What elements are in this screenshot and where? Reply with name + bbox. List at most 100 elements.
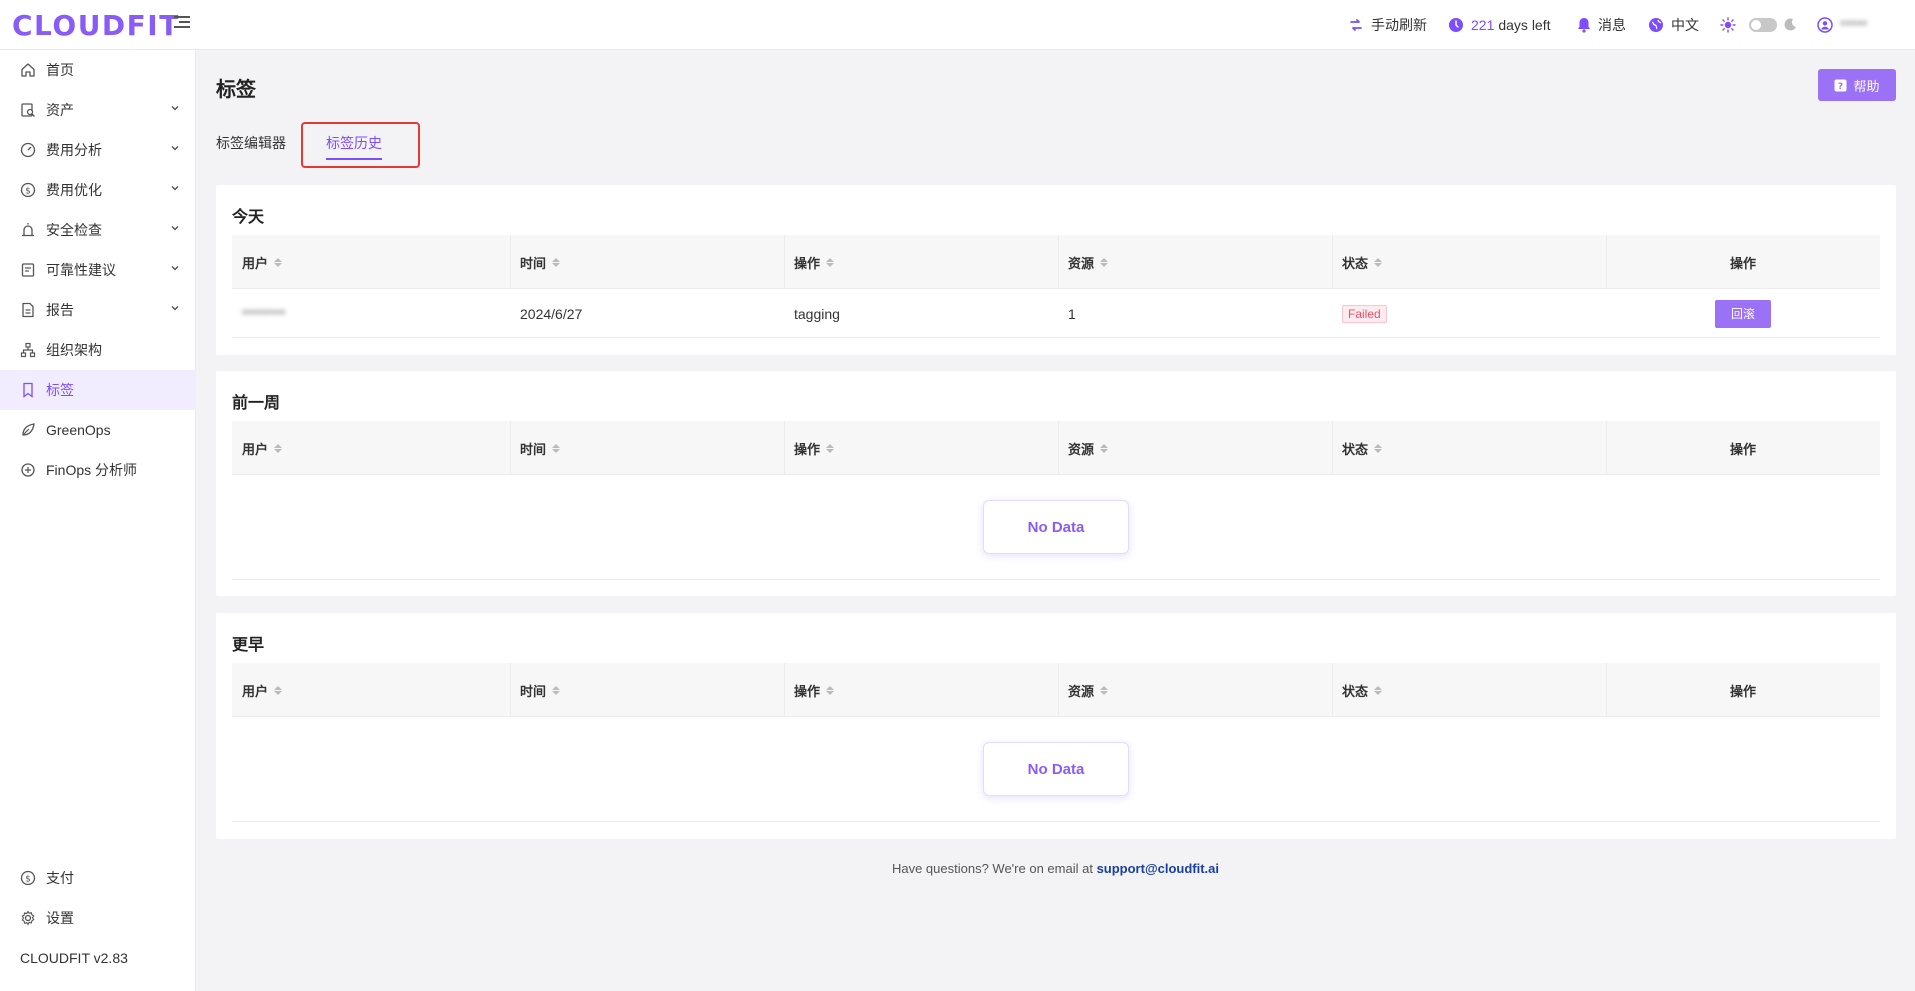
section-title: 今天 <box>232 209 265 226</box>
highlight-annotation <box>301 122 420 168</box>
sort-icon[interactable] <box>552 685 561 695</box>
sidebar-item-payment[interactable]: $ 支付 <box>0 858 196 898</box>
support-email-link[interactable]: support@cloudfit.ai <box>1097 861 1219 876</box>
sidebar-item-cost-analysis[interactable]: 费用分析 <box>0 130 196 170</box>
tag-icon <box>20 382 36 398</box>
cloudfit-logo[interactable]: CLOUDFIT <box>12 9 180 42</box>
sort-icon[interactable] <box>274 685 283 695</box>
sidebar-item-home[interactable]: 首页 <box>0 50 196 90</box>
gauge-icon <box>20 142 36 158</box>
column-header-time[interactable]: 时间 <box>510 663 784 717</box>
sidebar: 首页 资产 费用分析 $ 费用优化 安全检查 可靠性建议 报告 组织架构 标签 <box>0 50 196 991</box>
cell-user: ******** <box>232 289 286 338</box>
sort-icon[interactable] <box>1374 685 1383 695</box>
days-left-suffix: days left <box>1498 17 1551 33</box>
cell-time: 2024/6/27 <box>520 305 583 322</box>
column-label: 用户 <box>242 683 269 699</box>
report-icon <box>20 302 36 318</box>
column-label: 用户 <box>242 441 269 457</box>
cell-operation: tagging <box>794 305 840 322</box>
chevron-down-icon <box>171 105 179 111</box>
tab-tag-editor[interactable]: 标签编辑器 <box>216 133 286 153</box>
column-label: 操作 <box>794 683 821 699</box>
section-today: 今天 用户 时间 操作 资源 状态 操作 ******** 2024/6/27 … <box>216 185 1896 355</box>
sort-icon[interactable] <box>1100 257 1109 267</box>
sidebar-item-cost-optimization[interactable]: $ 费用优化 <box>0 170 196 210</box>
column-header-time[interactable]: 时间 <box>510 421 784 475</box>
column-header-status[interactable]: 状态 <box>1332 421 1606 475</box>
messages-button[interactable]: 消息 <box>1577 14 1626 36</box>
column-header-action: 操作 <box>1729 441 1756 457</box>
sidebar-item-finops-analyst[interactable]: FinOps 分析师 <box>0 450 196 490</box>
sort-icon[interactable] <box>826 443 835 453</box>
sort-icon[interactable] <box>826 257 835 267</box>
column-header-status[interactable]: 状态 <box>1332 663 1606 717</box>
language-switcher[interactable]: 中文 <box>1648 14 1699 36</box>
column-header-user[interactable]: 用户 <box>232 421 510 475</box>
column-header-resource[interactable]: 资源 <box>1058 663 1332 717</box>
svg-text:$: $ <box>25 187 31 197</box>
cell-status: Failed <box>1332 289 1387 338</box>
messages-label: 消息 <box>1598 17 1626 33</box>
help-label: 帮助 <box>1853 78 1880 94</box>
sort-icon[interactable] <box>1100 685 1109 695</box>
sort-icon[interactable] <box>552 257 561 267</box>
column-header-status[interactable]: 状态 <box>1332 235 1606 289</box>
sidebar-item-reliability[interactable]: 可靠性建议 <box>0 250 196 290</box>
rollback-button[interactable]: 回滚 <box>1715 299 1771 328</box>
column-header-resource[interactable]: 资源 <box>1058 235 1332 289</box>
top-header: CLOUDFIT 手动刷新 221 days left 消息 中文 ***** <box>0 0 1915 50</box>
manual-refresh-button[interactable]: 手动刷新 <box>1348 14 1427 36</box>
sort-icon[interactable] <box>826 685 835 695</box>
column-label: 状态 <box>1342 441 1369 457</box>
table-header: 用户 时间 操作 资源 状态 操作 <box>232 663 1880 717</box>
column-header-operation[interactable]: 操作 <box>784 235 1058 289</box>
page-title: 标签 <box>216 79 256 101</box>
sidebar-item-greenops[interactable]: GreenOps <box>0 410 196 450</box>
column-label: 操作 <box>794 255 821 271</box>
section-title: 前一周 <box>232 395 281 412</box>
sidebar-item-security-check[interactable]: 安全检查 <box>0 210 196 250</box>
sun-icon <box>1720 17 1736 33</box>
menu-toggle-icon[interactable] <box>174 16 190 30</box>
sort-icon[interactable] <box>1100 443 1109 453</box>
sort-icon[interactable] <box>552 443 561 453</box>
dollar-circle-icon: $ <box>20 182 36 198</box>
theme-switch[interactable] <box>1749 18 1777 32</box>
column-header-user[interactable]: 用户 <box>232 235 510 289</box>
sidebar-item-label: 安全检查 <box>46 222 102 238</box>
user-menu[interactable]: ***** <box>1817 14 1867 36</box>
user-avatar-icon <box>1817 17 1833 33</box>
no-data-placeholder: No Data <box>983 742 1129 796</box>
globe-icon <box>1649 18 1663 32</box>
user-name: ******** <box>242 305 286 322</box>
home-icon <box>20 62 36 78</box>
leaf-icon <box>20 422 36 438</box>
column-header-resource[interactable]: 资源 <box>1058 421 1332 475</box>
column-header-user[interactable]: 用户 <box>232 663 510 717</box>
column-header-operation[interactable]: 操作 <box>784 663 1058 717</box>
help-button[interactable]: ? 帮助 <box>1818 69 1896 101</box>
column-label: 用户 <box>242 255 269 271</box>
section-title: 更早 <box>232 637 265 654</box>
sidebar-item-organization[interactable]: 组织架构 <box>0 330 196 370</box>
column-header-time[interactable]: 时间 <box>510 235 784 289</box>
sidebar-item-settings[interactable]: 设置 <box>0 898 196 938</box>
sidebar-item-label: 首页 <box>46 62 74 78</box>
sort-icon[interactable] <box>1374 257 1383 267</box>
column-header-operation[interactable]: 操作 <box>784 421 1058 475</box>
cell-resource: 1 <box>1068 305 1076 322</box>
sort-icon[interactable] <box>274 257 283 267</box>
payment-icon: $ <box>20 870 36 886</box>
chevron-down-icon <box>171 305 179 311</box>
sidebar-item-assets[interactable]: 资产 <box>0 90 196 130</box>
sort-icon[interactable] <box>274 443 283 453</box>
sidebar-item-tags[interactable]: 标签 <box>0 370 196 410</box>
license-days-indicator: 221 days left <box>1448 14 1551 36</box>
sort-icon[interactable] <box>1374 443 1383 453</box>
theme-toggle[interactable] <box>1720 14 1804 36</box>
sidebar-item-label: 费用优化 <box>46 182 102 198</box>
column-label: 资源 <box>1068 683 1095 699</box>
column-label: 时间 <box>520 255 547 271</box>
sidebar-item-reports[interactable]: 报告 <box>0 290 196 330</box>
